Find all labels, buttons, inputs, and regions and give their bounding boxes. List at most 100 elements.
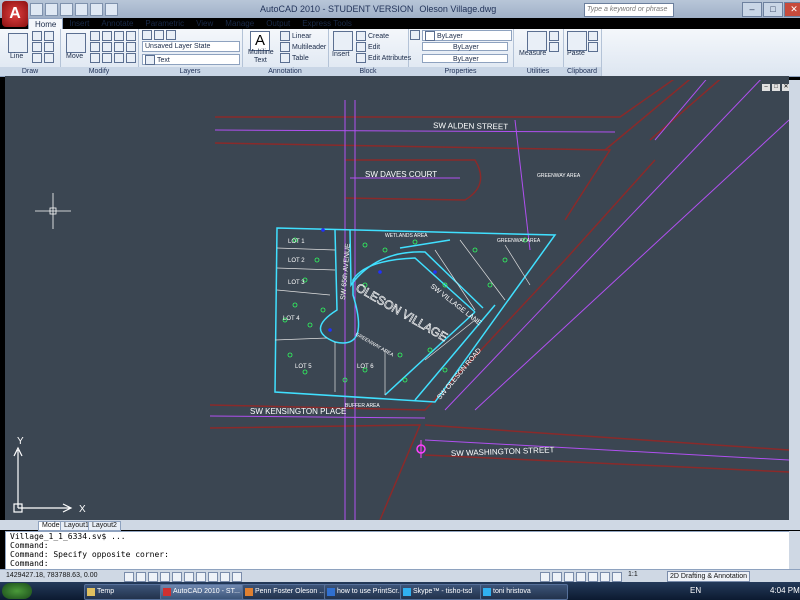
scale-icon[interactable]	[90, 53, 100, 63]
ducs-toggle[interactable]	[196, 572, 206, 582]
copy-icon[interactable]	[126, 31, 136, 41]
edit-button[interactable]: Edit	[368, 44, 380, 51]
multiline-label[interactable]: Multiline	[248, 49, 274, 56]
layer-properties-icon[interactable]	[142, 30, 152, 40]
taskbar-item-autocad[interactable]: AutoCAD 2010 - ST...	[160, 584, 252, 600]
layers-panel-label[interactable]: Layers	[138, 67, 242, 76]
block-panel-label[interactable]: Block	[328, 67, 408, 76]
viewport-restore-button[interactable]: □	[772, 84, 780, 91]
linetype-dropdown[interactable]: ByLayer	[422, 42, 508, 51]
trim-icon[interactable]	[102, 31, 112, 41]
array-icon[interactable]	[102, 53, 112, 63]
taskbar-item-chat[interactable]: toni hristova	[480, 584, 568, 600]
polar-toggle[interactable]	[160, 572, 170, 582]
annotation-scale[interactable]: 1:1	[628, 571, 638, 578]
viewport-minimize-button[interactable]: –	[762, 84, 770, 91]
command-window[interactable]: Village_1_1_6334.sv$ ... Command: Comman…	[5, 531, 791, 571]
zoom-icon[interactable]	[576, 572, 586, 582]
tab-annotate[interactable]: Annotate	[95, 18, 139, 29]
taskbar-item-temp[interactable]: Temp	[84, 584, 168, 600]
circle-icon[interactable]	[44, 31, 54, 41]
site-plan-drawing[interactable]: Y X SW ALDEN STREET SW DAVES COURT SW 65…	[5, 74, 790, 521]
copy-clip-icon[interactable]	[588, 42, 598, 52]
lwt-toggle[interactable]	[220, 572, 230, 582]
drawing-canvas[interactable]: Y X SW ALDEN STREET SW DAVES COURT SW 65…	[5, 74, 790, 521]
quick-select-icon[interactable]	[549, 31, 559, 41]
taskbar-item-printscreen[interactable]: how to use PrintScr...	[324, 584, 410, 600]
multileader-button[interactable]: Multileader	[292, 44, 326, 51]
tab-insert[interactable]: Insert	[63, 18, 95, 29]
steering-wheel-icon[interactable]	[588, 572, 598, 582]
showmotion-icon[interactable]	[600, 572, 610, 582]
erase-icon[interactable]	[114, 31, 124, 41]
snap-toggle[interactable]	[124, 572, 134, 582]
hatch-icon[interactable]	[32, 53, 42, 63]
draw-panel-label[interactable]: Draw	[0, 67, 60, 76]
move-button[interactable]: Move	[66, 53, 83, 60]
layout-icon[interactable]	[552, 572, 562, 582]
rectangle-icon[interactable]	[44, 42, 54, 52]
redo-icon[interactable]	[90, 3, 103, 16]
language-indicator[interactable]: EN	[690, 586, 701, 595]
paste-icon[interactable]	[567, 31, 587, 51]
annotation-panel-label[interactable]: Annotation	[242, 67, 328, 76]
stretch-icon[interactable]	[126, 42, 136, 52]
rotate-icon[interactable]	[90, 31, 100, 41]
plot-icon[interactable]	[105, 3, 118, 16]
measure-icon[interactable]	[527, 31, 547, 51]
table-button[interactable]: Table	[292, 55, 309, 62]
open-icon[interactable]	[45, 3, 58, 16]
lineweight-dropdown[interactable]: ByLayer	[422, 54, 508, 63]
system-clock[interactable]: 4:04 PM	[770, 586, 800, 595]
model-space-icon[interactable]	[540, 572, 550, 582]
start-button[interactable]	[2, 583, 32, 599]
ortho-toggle[interactable]	[148, 572, 158, 582]
new-icon[interactable]	[30, 3, 43, 16]
color-dropdown[interactable]: ByLayer	[422, 30, 512, 41]
select-all-icon[interactable]	[549, 42, 559, 52]
clipboard-panel-label[interactable]: Clipboard	[563, 67, 601, 76]
arc-icon[interactable]	[32, 42, 42, 52]
vertical-scrollbar[interactable]	[789, 80, 800, 520]
grid-toggle[interactable]	[136, 572, 146, 582]
edit-attributes-button[interactable]: Edit Attributes	[368, 55, 411, 62]
tab-output[interactable]: Output	[260, 18, 296, 29]
explode-icon[interactable]	[114, 42, 124, 52]
osnap-toggle[interactable]	[172, 572, 182, 582]
layer-off-icon[interactable]	[154, 30, 164, 40]
command-prompt[interactable]: Command:	[6, 559, 790, 568]
maximize-button[interactable]: □	[763, 2, 783, 17]
properties-panel-label[interactable]: Properties	[408, 67, 513, 76]
taskbar-item-skype[interactable]: Skype™ - tisho-tsd	[400, 584, 490, 600]
undo-icon[interactable]	[75, 3, 88, 16]
mirror-icon[interactable]	[90, 42, 100, 52]
annotation-scale-icon[interactable]	[612, 572, 622, 582]
close-button[interactable]: ✕	[784, 2, 800, 17]
tab-layout2[interactable]: Layout2	[88, 521, 121, 531]
qp-toggle[interactable]	[232, 572, 242, 582]
paste-button[interactable]: Paste	[567, 50, 585, 57]
tab-home[interactable]: Home	[28, 18, 64, 29]
workspace-switcher[interactable]: 2D Drafting & Annotation	[667, 571, 751, 582]
pan-icon[interactable]	[564, 572, 574, 582]
otrack-toggle[interactable]	[184, 572, 194, 582]
layer-dropdown[interactable]: Text	[142, 54, 240, 65]
text-icon[interactable]: A	[250, 31, 270, 51]
tab-view[interactable]: View	[190, 18, 219, 29]
dyn-toggle[interactable]	[208, 572, 218, 582]
measure-button[interactable]: Measure	[519, 50, 546, 57]
offset-icon[interactable]	[114, 53, 124, 63]
text-button[interactable]: Text	[254, 57, 267, 64]
tab-parametric[interactable]: Parametric	[139, 18, 190, 29]
match-properties-icon[interactable]	[410, 30, 420, 40]
minimize-button[interactable]: –	[742, 2, 762, 17]
linear-button[interactable]: Linear	[292, 33, 311, 40]
insert-icon[interactable]	[333, 31, 353, 51]
application-menu-button[interactable]: A	[2, 1, 28, 27]
command-scrollbar[interactable]	[789, 531, 800, 569]
save-icon[interactable]	[60, 3, 73, 16]
tab-manage[interactable]: Manage	[219, 18, 260, 29]
move-icon[interactable]	[66, 33, 86, 53]
search-input[interactable]: Type a keyword or phrase	[584, 3, 674, 17]
create-button[interactable]: Create	[368, 33, 389, 40]
